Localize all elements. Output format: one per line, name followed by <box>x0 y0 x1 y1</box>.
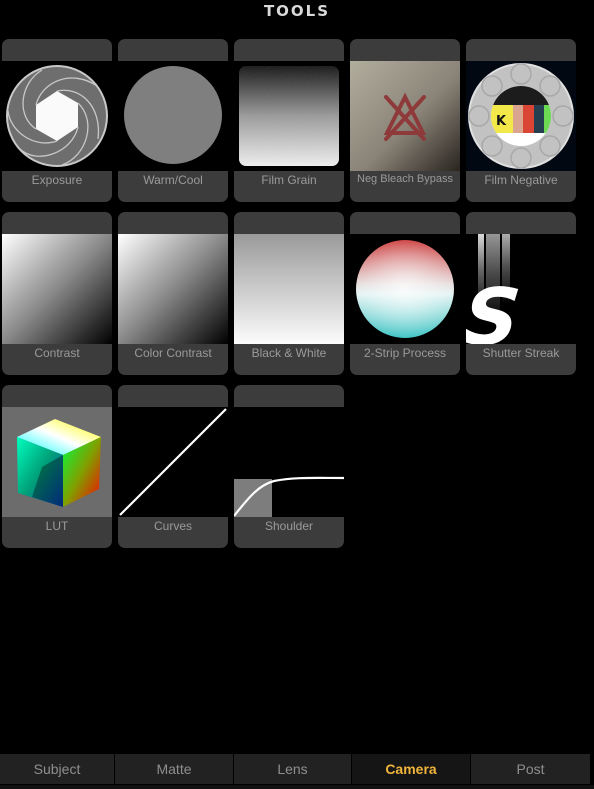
tool-label: Contrast <box>34 346 80 360</box>
curve-line-icon <box>118 407 228 517</box>
tool-label: Color Contrast <box>134 346 212 360</box>
two-strip-sphere-icon <box>350 234 460 344</box>
tool-exposure[interactable]: Exposure <box>2 39 112 202</box>
film-reel-icon: K <box>466 61 576 171</box>
tab-bar-bottom-edge <box>0 785 594 789</box>
black-white-gradient-icon <box>234 234 344 344</box>
tab-post[interactable]: Post <box>471 754 590 784</box>
tool-color-contrast[interactable]: Color Contrast <box>118 212 228 375</box>
tool-label: Exposure <box>31 173 83 187</box>
tool-label: Curves <box>153 519 192 533</box>
tool-film-negative[interactable]: K Film Negative <box>466 39 576 202</box>
warm-cool-circle-icon <box>118 61 228 171</box>
tool-label: Neg Bleach Bypass <box>357 173 453 185</box>
tool-black-white[interactable]: Black & White <box>234 212 344 375</box>
color-contrast-gradient-icon <box>118 234 228 344</box>
tool-label: Film Grain <box>261 173 317 187</box>
shutter-streak-icon: S <box>466 234 576 344</box>
aperture-icon <box>2 61 112 171</box>
page-title: TOOLS <box>263 2 331 20</box>
tool-2-strip-process[interactable]: 2-Strip Process <box>350 212 460 375</box>
tab-subject[interactable]: Subject <box>0 754 114 784</box>
shoulder-curve-icon <box>234 407 344 517</box>
svg-text:K: K <box>496 114 507 129</box>
tab-lens[interactable]: Lens <box>234 754 351 784</box>
tool-curves[interactable]: Curves <box>118 385 228 548</box>
tool-shutter-streak[interactable]: S Shutter Streak <box>466 212 576 375</box>
tool-shoulder[interactable]: Shoulder <box>234 385 344 548</box>
contrast-gradient-icon <box>2 234 112 344</box>
tool-neg-bleach-bypass[interactable]: Neg Bleach Bypass <box>350 39 460 202</box>
tool-lut[interactable]: LUT <box>2 385 112 548</box>
tool-label: Film Negative <box>484 173 558 187</box>
color-cube-icon <box>2 407 112 517</box>
tool-warm-cool[interactable]: Warm/Cool <box>118 39 228 202</box>
bottom-tab-bar: Subject Matte Lens Camera Post <box>0 754 594 785</box>
tool-label: Shutter Streak <box>482 346 560 360</box>
tool-label: LUT <box>45 519 69 533</box>
film-grain-icon <box>234 61 344 171</box>
tab-matte[interactable]: Matte <box>115 754 233 784</box>
tool-label: Black & White <box>251 346 327 360</box>
tool-film-grain[interactable]: Film Grain <box>234 39 344 202</box>
bleach-bypass-icon <box>350 61 460 171</box>
tab-camera[interactable]: Camera <box>352 754 470 784</box>
svg-text:S: S <box>466 272 524 344</box>
tool-label: 2-Strip Process <box>363 346 447 360</box>
tool-label: Shoulder <box>264 519 314 533</box>
tool-contrast[interactable]: Contrast <box>2 212 112 375</box>
tool-label: Warm/Cool <box>143 173 203 187</box>
